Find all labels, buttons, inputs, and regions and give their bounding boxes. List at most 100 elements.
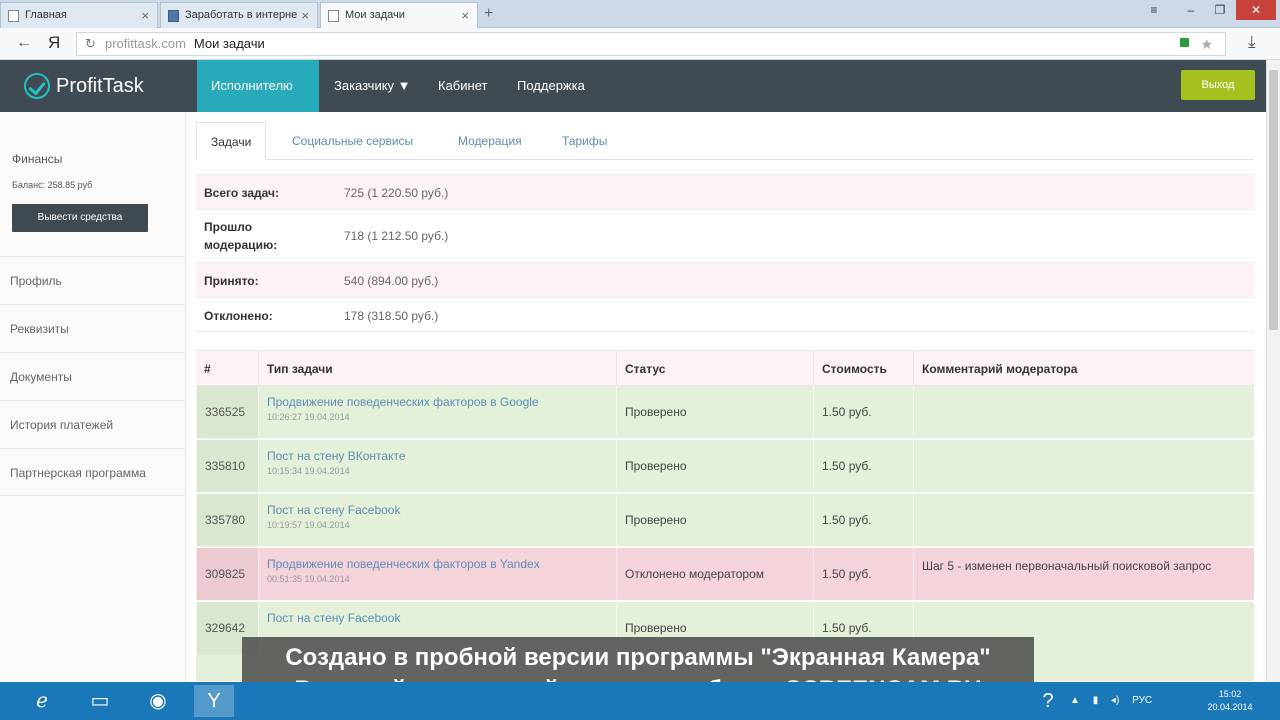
task-link[interactable]: Продвижение поведенческих факторов в Goo… [267, 395, 616, 409]
star-icon[interactable]: ★ [1200, 33, 1213, 55]
sidebar-item-profile[interactable]: Профиль [0, 256, 186, 304]
sidebar-item-documents[interactable]: Документы [0, 352, 186, 400]
logo[interactable]: ProfitTask [24, 72, 144, 100]
browser-tab-home[interactable]: Главная × [0, 2, 158, 28]
page-icon [8, 10, 19, 22]
tab-label: Мои задачи [345, 9, 405, 21]
task-id: 336525 [196, 386, 258, 439]
watermark-line-1: Создано в пробной версии программы "Экра… [285, 644, 991, 671]
task-cost: 1.50 руб. [813, 548, 913, 601]
task-time: 00:51:35 19.04.2014 [267, 574, 350, 584]
column-header-id: # [204, 362, 211, 376]
tab-tasks[interactable]: Задачи [196, 122, 267, 161]
nav-support[interactable]: Поддержка [503, 60, 599, 112]
check-circle-icon [24, 73, 50, 99]
task-link[interactable]: Пост на стену Facebook [267, 503, 616, 517]
minimize-icon[interactable]: – [1180, 0, 1202, 20]
task-comment [913, 386, 1236, 439]
speaker-icon[interactable]: ◂) [1111, 695, 1119, 706]
task-type: Пост на стену ВКонтакте 10:15:34 19.04.2… [258, 440, 616, 493]
task-status: Проверено [616, 494, 813, 547]
tab-label: Заработать в интерне [185, 9, 298, 21]
yandex-icon[interactable]: Я [48, 33, 60, 53]
task-time: 10:15:34 19.04.2014 [267, 466, 350, 476]
close-icon[interactable]: × [301, 8, 309, 23]
task-type: Пост на стену Facebook 10:19:57 19.04.20… [258, 494, 616, 547]
sidebar: Финансы Баланс: 258.85 руб Вывести средс… [0, 112, 186, 682]
task-cost: 1.50 руб. [813, 494, 913, 547]
table-row: 335810 Пост на стену ВКонтакте 10:15:34 … [196, 440, 1254, 493]
sidebar-item-payment-history[interactable]: История платежей [0, 400, 186, 448]
stat-moderated: Прошло модерацию: 718 (1 212.50 руб.) [196, 209, 1254, 262]
new-tab-button[interactable]: + [484, 5, 493, 23]
url-host: profittask.com [105, 36, 186, 51]
url-page-title: Мои задачи [193, 36, 265, 51]
vertical-scrollbar[interactable] [1266, 60, 1280, 682]
close-window-icon[interactable]: ✕ [1236, 0, 1276, 20]
task-status: Проверено [616, 440, 813, 493]
task-comment [913, 440, 1236, 493]
tray-arrow-icon[interactable]: ▲ [1070, 695, 1080, 706]
task-link[interactable]: Продвижение поведенческих факторов в Yan… [267, 557, 616, 571]
close-icon[interactable]: × [141, 8, 149, 23]
reload-icon[interactable]: ↻ [85, 33, 96, 55]
stat-total: Всего задач: 725 (1 220.50 руб.) [196, 174, 1254, 209]
nav-cabinet[interactable]: Кабинет [424, 60, 501, 112]
task-time: 10:19:57 19.04.2014 [267, 520, 350, 530]
stat-label: Принято: [204, 274, 259, 288]
ie-icon[interactable]: ℯ [22, 685, 62, 717]
clock[interactable]: 15:02 20.04.2014 [1198, 688, 1262, 714]
menu-icon[interactable]: ≡ [1140, 0, 1168, 20]
stat-label: Всего задач: [204, 186, 279, 200]
back-icon[interactable]: ← [16, 34, 32, 52]
sidebar-item-requisites[interactable]: Реквизиты [0, 304, 186, 352]
task-type: Продвижение поведенческих факторов в Goo… [258, 386, 616, 439]
table-row: 335780 Пост на стену Facebook 10:19:57 1… [196, 494, 1254, 547]
withdraw-button[interactable]: Вывести средства [12, 204, 148, 232]
restore-icon[interactable]: ❐ [1208, 0, 1232, 20]
task-type: Продвижение поведенческих факторов в Yan… [258, 548, 616, 601]
scrollbar-thumb[interactable] [1269, 70, 1278, 330]
task-comment [913, 494, 1236, 547]
column-header-cost: Стоимость [813, 351, 913, 387]
tab-tariffs[interactable]: Тарифы [548, 122, 621, 160]
folder-icon[interactable]: ▭ [80, 685, 120, 717]
task-link[interactable]: Пост на стену Facebook [267, 611, 616, 625]
download-icon[interactable]: ⤓ [1248, 32, 1256, 52]
nav-customer[interactable]: Заказчику ▼ [320, 60, 425, 112]
task-link[interactable]: Пост на стену ВКонтакте [267, 449, 616, 463]
taskbar: ℯ ▭ ◉ Y ? ▲ ▮ ◂) РУС 15:02 20.04.2014 [0, 682, 1280, 720]
close-icon[interactable]: × [461, 8, 469, 23]
tab-moderation[interactable]: Модерация [444, 122, 536, 160]
browser-tab-my-tasks[interactable]: Мои задачи × [320, 2, 478, 29]
exit-button[interactable]: Выход [1181, 70, 1255, 100]
yandex-browser-icon[interactable]: Y [194, 685, 234, 717]
screen: Главная × Заработать в интерне × Мои зад… [0, 0, 1280, 720]
help-icon[interactable]: ? [1028, 685, 1068, 717]
hp-icon[interactable]: ◉ [138, 685, 178, 717]
table-row: 309825 Продвижение поведенческих факторо… [196, 548, 1254, 601]
nav-executor[interactable]: Исполнителю ▼ [197, 60, 319, 145]
url-input[interactable]: ↻ profittask.com Мои задачи ★ [76, 32, 1226, 56]
page-icon [328, 10, 339, 22]
language-indicator[interactable]: РУС [1132, 695, 1152, 706]
task-time: 10:26:27 19.04.2014 [267, 412, 350, 422]
tab-social-services[interactable]: Социальные сервисы [278, 122, 427, 160]
network-icon[interactable]: ▮ [1093, 695, 1099, 706]
stat-accepted: Принято: 540 (894.00 руб.) [196, 262, 1254, 297]
page-tabs: Задачи Социальные сервисы Модерация Тари… [196, 122, 1254, 161]
table-header: # Тип задачи Статус Стоимость Комментари… [196, 350, 1254, 387]
browser-tab-strip: Главная × Заработать в интерне × Мои зад… [0, 0, 1280, 29]
clock-date: 20.04.2014 [1207, 702, 1253, 712]
sidebar-item-partner-program[interactable]: Партнерская программа [0, 448, 186, 496]
browser-tab-earn[interactable]: Заработать в интерне × [160, 2, 318, 28]
main-content: Задачи Социальные сервисы Модерация Тари… [186, 112, 1266, 682]
column-header-comment: Комментарий модератора [913, 351, 1236, 387]
stat-label: Прошло модерацию: [204, 220, 278, 252]
system-tray: ▲ ▮ ◂) РУС [1070, 682, 1152, 720]
task-cost: 1.50 руб. [813, 386, 913, 439]
column-header-status: Статус [616, 351, 813, 387]
balance: Баланс: 258.85 руб [12, 180, 93, 190]
column-header-type: Тип задачи [258, 351, 616, 387]
clock-time: 15:02 [1218, 689, 1242, 699]
